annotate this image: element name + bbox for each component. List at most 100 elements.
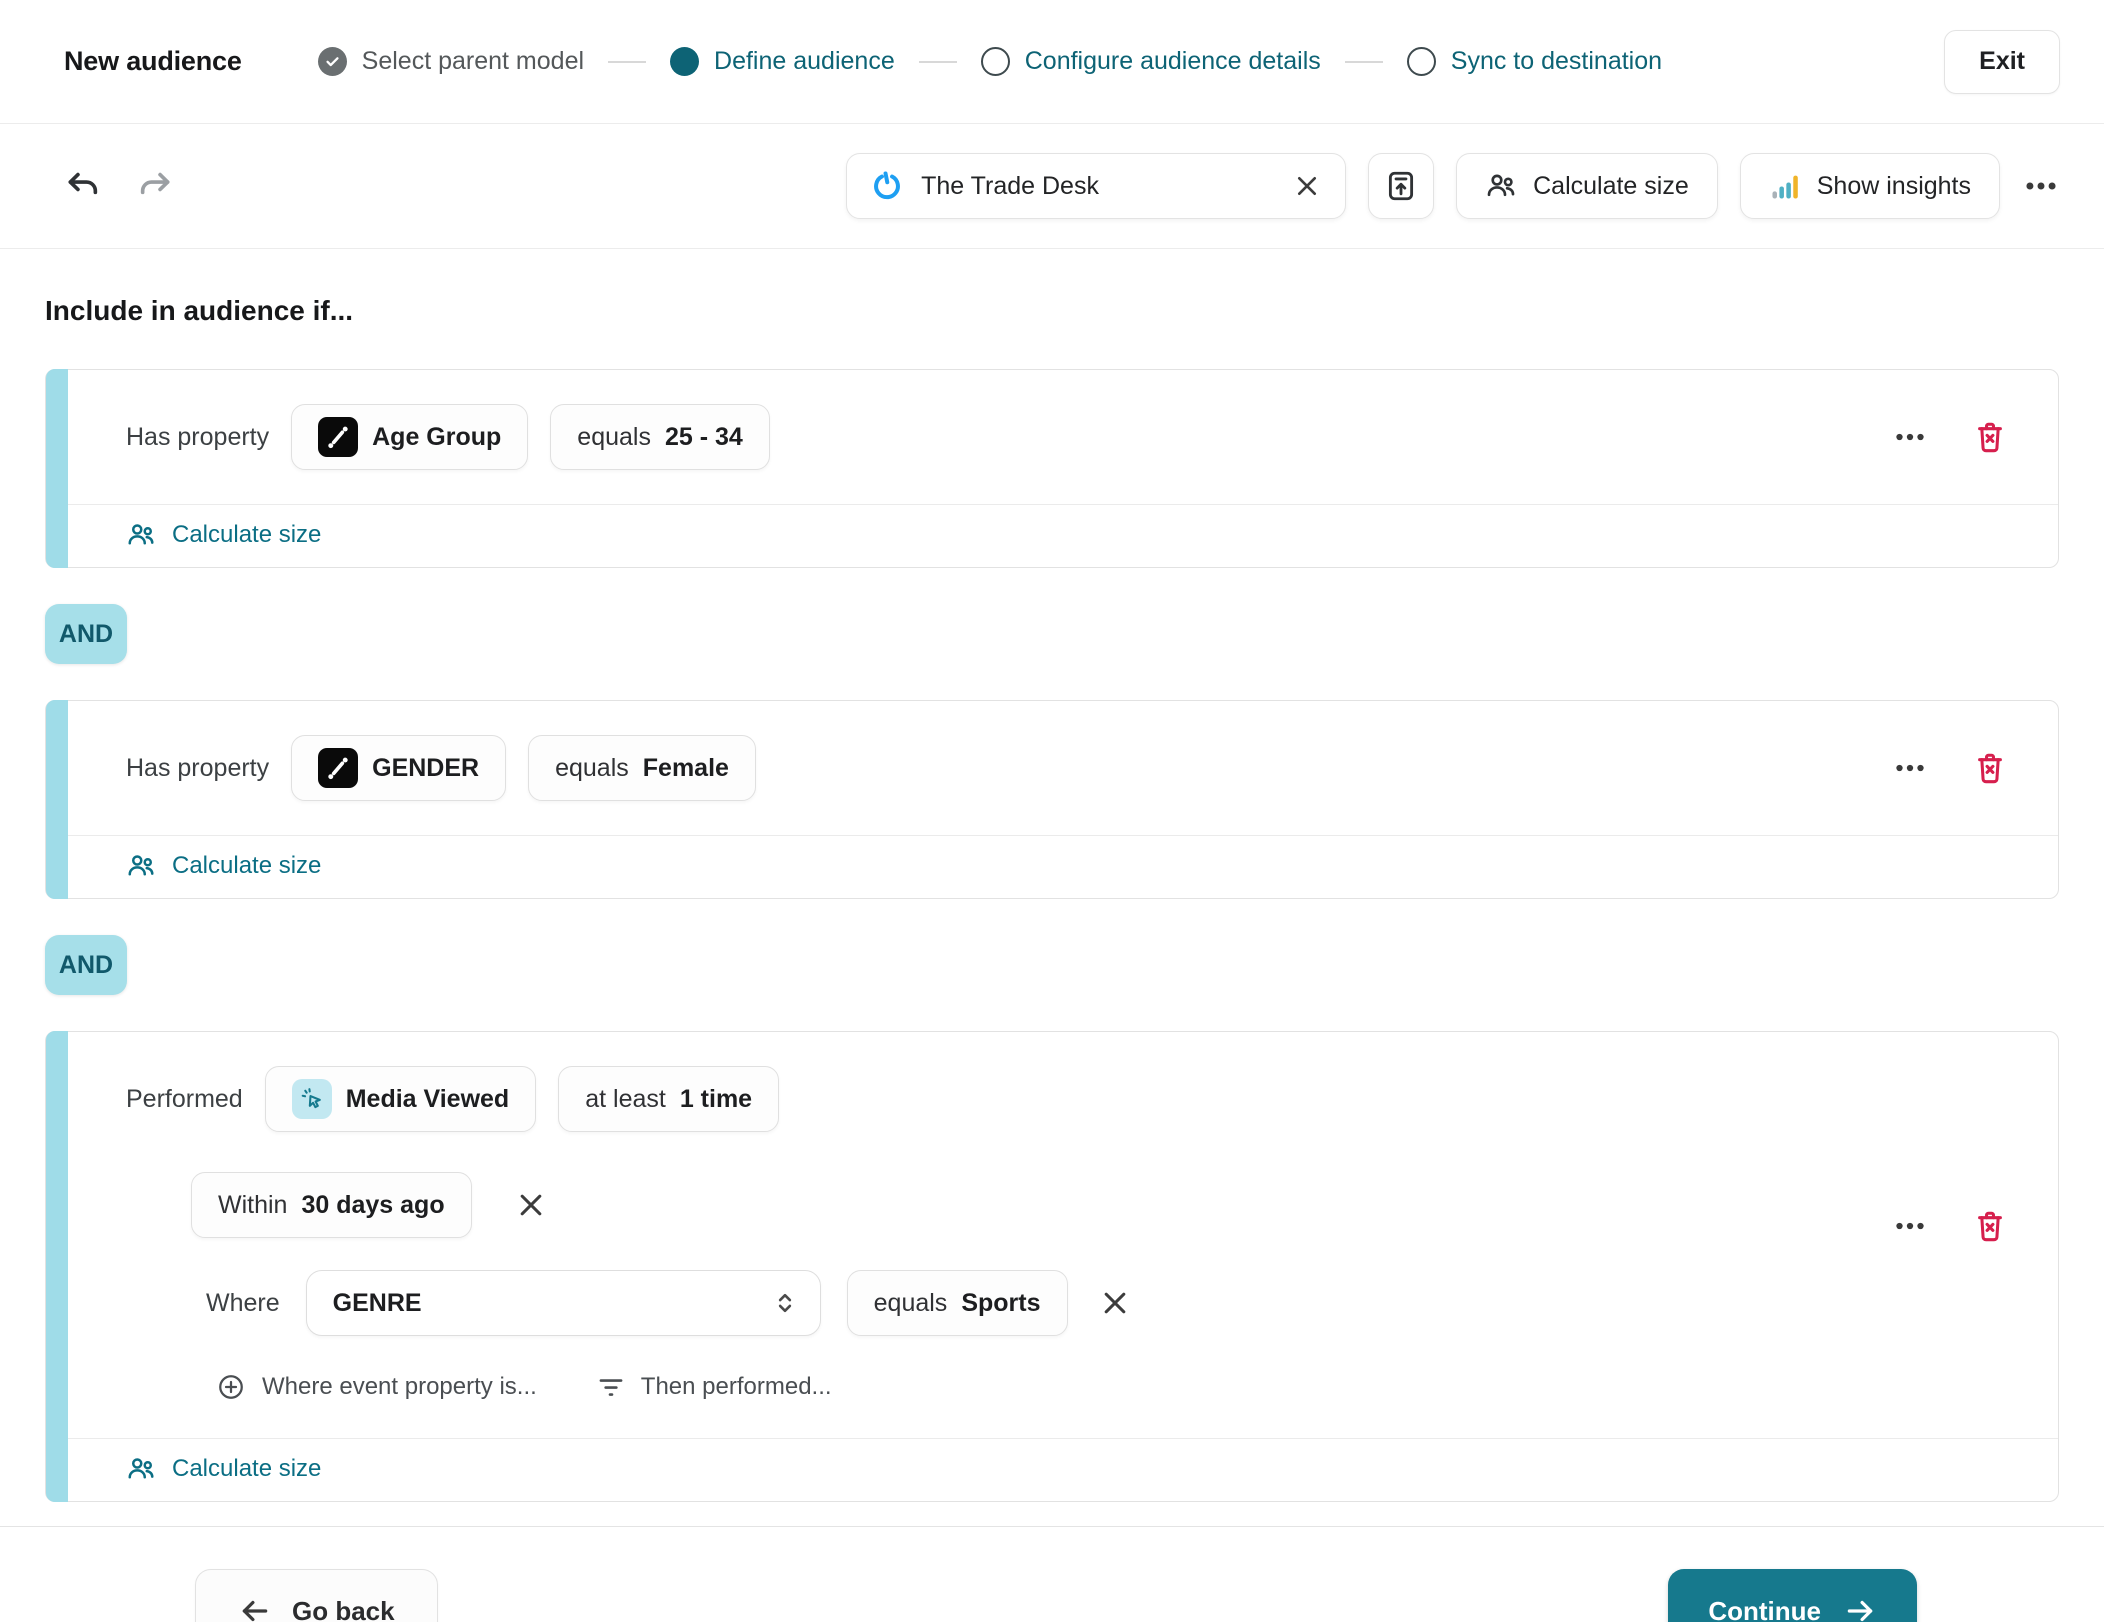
calculate-size-label: Calculate size — [172, 852, 321, 880]
top-bar: New audience Select parent model Define … — [0, 0, 2104, 124]
click-cursor-icon — [292, 1079, 332, 1119]
export-model-button[interactable] — [1368, 153, 1434, 219]
destination-pill[interactable]: The Trade Desk — [846, 153, 1346, 219]
property-chip[interactable]: GENDER — [291, 735, 506, 801]
frequency-operator: at least — [585, 1085, 666, 1114]
stepper: Select parent model Define audience Conf… — [318, 47, 1662, 76]
property-source-icon — [318, 417, 358, 457]
step-label: Select parent model — [362, 47, 584, 76]
card-accent-bar — [46, 700, 68, 899]
card-accent-bar — [46, 1031, 68, 1502]
property-name: GENDER — [372, 754, 479, 783]
footer-bar: Go back Continue — [0, 1526, 2104, 1622]
destination-close-icon[interactable] — [1293, 172, 1321, 200]
calculate-size-label: Calculate size — [172, 1455, 321, 1483]
add-where-event-property-button[interactable]: Where event property is... — [216, 1372, 537, 1402]
frequency-value: 1 time — [680, 1085, 752, 1114]
and-operator-badge[interactable]: AND — [45, 604, 127, 664]
remove-time-window-icon[interactable] — [510, 1184, 552, 1226]
event-chip[interactable]: Media Viewed — [265, 1066, 537, 1132]
calculate-size-link[interactable]: Calculate size — [126, 1454, 321, 1484]
where-label: Where — [206, 1289, 280, 1318]
and-operator-badge[interactable]: AND — [45, 935, 127, 995]
operator-value-chip[interactable]: equals Female — [528, 735, 756, 801]
where-operator: equals — [874, 1289, 948, 1318]
condition-kind-label: Performed — [126, 1085, 243, 1114]
people-icon — [1485, 170, 1517, 202]
delete-condition-icon[interactable] — [1972, 419, 2008, 455]
step-active-dot — [670, 47, 699, 76]
operator-label: equals — [555, 754, 629, 783]
step-sync-to-destination[interactable]: Sync to destination — [1407, 47, 1662, 76]
people-icon — [126, 851, 156, 881]
go-back-label: Go back — [292, 1596, 395, 1622]
step-todo-circle — [1407, 47, 1436, 76]
condition-overflow-menu-icon[interactable] — [1892, 1208, 1928, 1244]
up-down-chevrons-icon — [772, 1290, 798, 1316]
exit-button[interactable]: Exit — [1944, 30, 2060, 94]
step-label: Sync to destination — [1451, 47, 1662, 76]
condition-card-age-group: Has property Age Group equals 25 - 34 — [45, 369, 2059, 568]
operator-value-chip[interactable]: equals 25 - 34 — [550, 404, 770, 470]
where-operator-value-chip[interactable]: equals Sports — [847, 1270, 1068, 1336]
event-condition-rows: Performed Media Viewed at least 1 time — [68, 1032, 2058, 1438]
add-where-event-property-label: Where event property is... — [262, 1373, 537, 1401]
property-name: Age Group — [372, 423, 501, 452]
toolbar-overflow-menu-icon[interactable] — [2022, 167, 2060, 205]
where-filter-row: Where GENRE equals Sports — [206, 1270, 2008, 1336]
event-property-select[interactable]: GENRE — [306, 1270, 821, 1336]
event-name: Media Viewed — [346, 1085, 510, 1114]
remove-where-filter-icon[interactable] — [1094, 1282, 1136, 1324]
step-select-parent-model[interactable]: Select parent model — [318, 47, 584, 76]
insights-chart-icon — [1769, 170, 1801, 202]
destination-name: The Trade Desk — [921, 172, 1099, 201]
calculate-size-button[interactable]: Calculate size — [1456, 153, 1718, 219]
condition-overflow-menu-icon[interactable] — [1892, 419, 1928, 455]
step-todo-circle — [981, 47, 1010, 76]
calculate-size-label: Calculate size — [172, 521, 321, 549]
event-row: Performed Media Viewed at least 1 time — [126, 1066, 2008, 1132]
property-chip[interactable]: Age Group — [291, 404, 528, 470]
then-performed-button[interactable]: Then performed... — [597, 1373, 832, 1401]
toolbar: The Trade Desk Calculate size Show insig… — [0, 124, 2104, 249]
audience-builder-app: New audience Select parent model Define … — [0, 0, 2104, 1622]
condition-kind-label: Has property — [126, 423, 269, 452]
audience-definition-area: Include in audience if... Has property A… — [0, 295, 2104, 1502]
operator-label: equals — [577, 423, 651, 452]
delete-condition-icon[interactable] — [1972, 750, 2008, 786]
go-back-button[interactable]: Go back — [195, 1569, 438, 1622]
plus-circle-icon — [216, 1372, 246, 1402]
people-icon — [126, 1454, 156, 1484]
undo-button[interactable] — [64, 167, 102, 205]
calculate-size-label: Calculate size — [1533, 172, 1689, 201]
redo-button[interactable] — [136, 167, 174, 205]
frequency-chip[interactable]: at least 1 time — [558, 1066, 779, 1132]
property-source-icon — [318, 748, 358, 788]
trade-desk-logo-icon — [871, 170, 903, 202]
continue-button[interactable]: Continue — [1668, 1569, 1917, 1622]
step-define-audience[interactable]: Define audience — [670, 47, 895, 76]
show-insights-button[interactable]: Show insights — [1740, 153, 2000, 219]
condition-row: Has property Age Group equals 25 - 34 — [68, 370, 2058, 504]
calculate-size-link[interactable]: Calculate size — [126, 520, 321, 550]
time-window-row: Within 30 days ago — [191, 1172, 2008, 1238]
card-accent-bar — [46, 369, 68, 568]
then-performed-label: Then performed... — [641, 1373, 832, 1401]
selected-property: GENRE — [333, 1289, 422, 1318]
step-done-icon — [318, 47, 347, 76]
filter-lines-icon — [597, 1373, 625, 1401]
condition-overflow-menu-icon[interactable] — [1892, 750, 1928, 786]
step-connector — [608, 61, 646, 63]
operator-value: Female — [643, 754, 729, 783]
calculate-size-link[interactable]: Calculate size — [126, 851, 321, 881]
condition-card-performed-event: Performed Media Viewed at least 1 time — [45, 1031, 2059, 1502]
step-connector — [1345, 61, 1383, 63]
step-configure-audience-details[interactable]: Configure audience details — [981, 47, 1321, 76]
people-icon — [126, 520, 156, 550]
where-value: Sports — [961, 1289, 1040, 1318]
arrow-left-icon — [238, 1594, 272, 1622]
show-insights-label: Show insights — [1817, 172, 1971, 201]
step-label: Configure audience details — [1025, 47, 1321, 76]
time-window-chip[interactable]: Within 30 days ago — [191, 1172, 472, 1238]
delete-condition-icon[interactable] — [1972, 1208, 2008, 1244]
